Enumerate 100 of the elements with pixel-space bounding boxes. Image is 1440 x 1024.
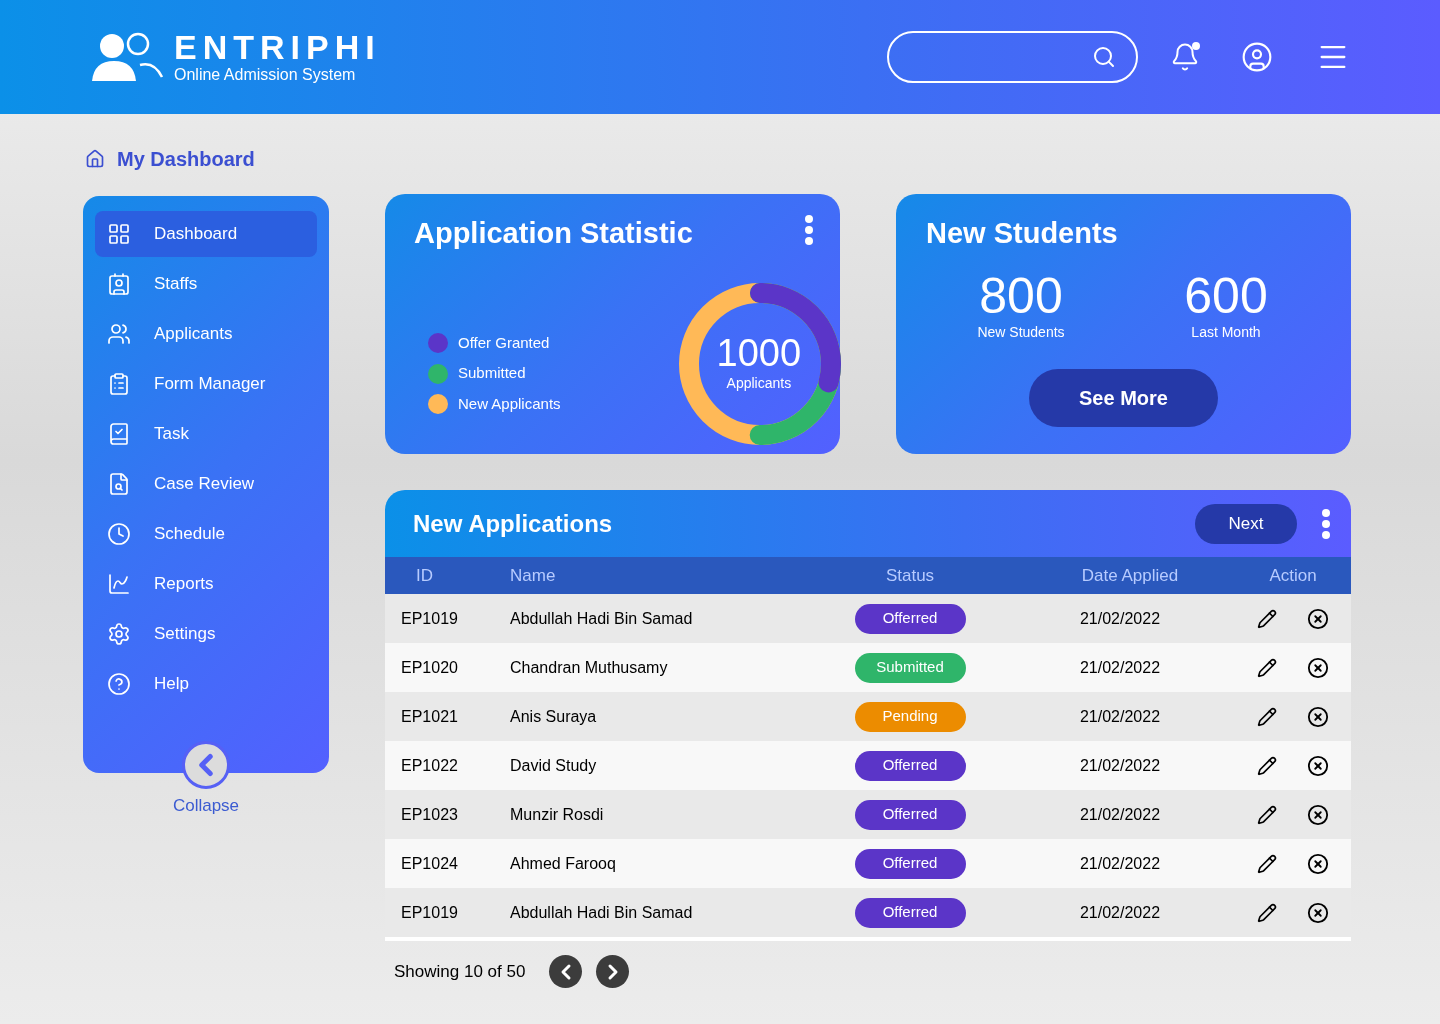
card-title: Application Statistic [414, 216, 693, 251]
pencil-icon [1257, 706, 1277, 727]
sidebar-item[interactable]: Dashboard [95, 211, 317, 257]
table-cell-text: EP1020 [400, 657, 459, 678]
sidebar-item[interactable]: Reports [95, 561, 317, 607]
column-header: Date Applied [1081, 564, 1179, 587]
table-cell-text: EP1023 [400, 804, 459, 825]
next-button[interactable]: Next [1195, 503, 1297, 544]
status-badge: Pending [854, 701, 966, 732]
table-cell-text: EP1022 [400, 755, 459, 776]
table-cell-text: 21/02/2022 [1079, 755, 1161, 776]
sidebar-item[interactable]: Task [95, 411, 317, 457]
table-cell-text: EP1019 [400, 902, 459, 923]
table-cell-text: EP1021 [400, 706, 459, 727]
pencil-icon [1257, 755, 1277, 776]
sidebar-item[interactable]: Staffs [95, 261, 317, 307]
table-cell-text: Abdullah Hadi Bin Samad [510, 902, 694, 923]
legend-label: Submitted [458, 363, 526, 384]
delete-button[interactable] [1307, 754, 1329, 777]
close-icon [1307, 901, 1329, 924]
status-badge: Offerred [854, 848, 966, 879]
logo-icon [90, 31, 164, 83]
clipboard-icon [107, 372, 131, 396]
edit-button[interactable] [1257, 754, 1277, 777]
delete-button[interactable] [1307, 607, 1329, 630]
person-card-icon [107, 272, 131, 296]
line-chart-icon [107, 572, 131, 596]
next-page-button[interactable] [596, 955, 630, 988]
table-cell-text: 21/02/2022 [1079, 657, 1161, 678]
stat-label: Last Month [1191, 322, 1261, 342]
people-icon [107, 322, 131, 346]
table-cell-text: 21/02/2022 [1079, 804, 1161, 825]
edit-button[interactable] [1257, 656, 1277, 679]
total-label: Applicants [726, 374, 792, 393]
table-cell-text: EP1024 [400, 853, 459, 874]
see-more-button[interactable]: See More [1029, 368, 1218, 427]
close-icon [1307, 852, 1329, 875]
table-cell-text: Abdullah Hadi Bin Samad [510, 608, 694, 629]
delete-button[interactable] [1307, 852, 1329, 875]
status-badge: Submitted [854, 652, 966, 683]
column-header: Action [1269, 564, 1317, 587]
settings-icon [107, 622, 131, 646]
status-badge: Offerred [854, 603, 966, 634]
more-button[interactable] [804, 214, 814, 246]
pencil-icon [1257, 804, 1277, 825]
close-icon [1307, 803, 1329, 826]
edit-button[interactable] [1257, 901, 1277, 924]
more-icon [805, 215, 813, 245]
checked-book-icon [107, 422, 131, 446]
delete-button[interactable] [1307, 901, 1329, 924]
sidebar-item[interactable]: Settings [95, 611, 317, 657]
more-icon [1322, 508, 1330, 539]
sidebar-item[interactable]: Case Review [95, 461, 317, 507]
collapse-label: Collapse [172, 795, 240, 817]
card-title: New Students [926, 216, 1119, 251]
pagination-text: Showing 10 of 50 [394, 960, 526, 983]
table-cell-text: Ahmed Farooq [510, 853, 617, 874]
close-icon [1307, 607, 1329, 630]
search-field[interactable] [887, 31, 1138, 83]
pencil-icon [1257, 608, 1277, 629]
user-icon [1241, 41, 1273, 73]
status-badge: Offerred [854, 897, 966, 928]
table-cell-text: 21/02/2022 [1079, 902, 1161, 923]
table-cell-text: 21/02/2022 [1079, 706, 1161, 727]
brand-tagline: Online Admission System [174, 65, 357, 85]
pencil-icon [1257, 853, 1277, 874]
previous-page-button[interactable] [549, 955, 583, 988]
document-search-icon [107, 472, 131, 496]
clock-icon [107, 522, 131, 546]
more-button[interactable] [1321, 507, 1331, 540]
collapse-button[interactable] [182, 741, 230, 789]
brand-name: ENTRIPHI [174, 29, 381, 65]
table-cell-text: EP1019 [400, 608, 459, 629]
edit-button[interactable] [1257, 852, 1277, 875]
table-cell-text: 21/02/2022 [1079, 608, 1161, 629]
table-cell-text: David Study [510, 755, 598, 776]
delete-button[interactable] [1307, 656, 1329, 679]
sidebar-item[interactable]: Form Manager [95, 361, 317, 407]
profile-button[interactable] [1240, 40, 1274, 74]
close-icon [1307, 705, 1329, 728]
column-header: Name [510, 564, 557, 587]
delete-button[interactable] [1307, 803, 1329, 826]
status-badge: Offerred [854, 799, 966, 830]
help-icon [107, 672, 131, 696]
sidebar-item[interactable]: Help [95, 661, 317, 707]
sidebar-item[interactable]: Schedule [95, 511, 317, 557]
table-cell-text: Anis Suraya [510, 706, 598, 727]
legend-label: Offer Granted [458, 332, 550, 353]
edit-button[interactable] [1257, 607, 1277, 630]
delete-button[interactable] [1307, 705, 1329, 728]
sidebar-item[interactable]: Applicants [95, 311, 317, 357]
table-cell-text: Chandran Muthusamy [510, 657, 669, 678]
home-icon [85, 149, 105, 169]
edit-button[interactable] [1257, 705, 1277, 728]
pencil-icon [1257, 657, 1277, 678]
edit-button[interactable] [1257, 803, 1277, 826]
grid-icon [107, 222, 131, 246]
bell-icon [1170, 42, 1200, 72]
page-title: My Dashboard [117, 147, 255, 172]
search-icon [1092, 45, 1116, 69]
